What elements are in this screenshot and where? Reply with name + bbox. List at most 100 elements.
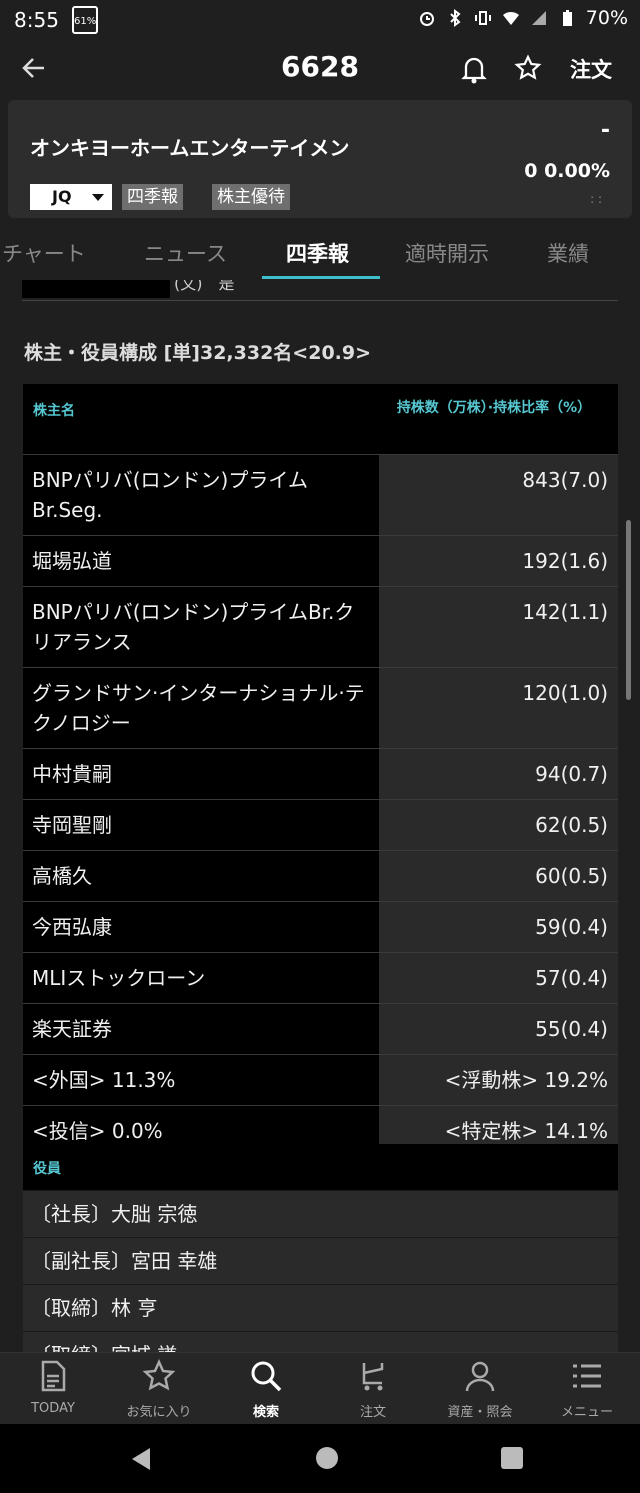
table-row: グランドサン·インターナショナル·テクノロジー 120(1.0) — [23, 667, 618, 748]
nav-menu[interactable]: メニュー — [534, 1359, 640, 1420]
document-icon — [41, 1360, 66, 1392]
tag-shikiho[interactable]: 四季報 — [122, 184, 183, 210]
alarm-icon — [419, 12, 434, 26]
shareholder-value: 55(0.4) — [379, 1004, 618, 1054]
tab-shikiho[interactable]: 四季報 — [286, 238, 349, 268]
stock-change: 0 0.00% — [524, 160, 610, 182]
bell-icon[interactable] — [460, 54, 488, 84]
search-icon — [251, 1361, 282, 1392]
menu-icon — [573, 1364, 601, 1388]
shareholder-value: 142(1.1) — [379, 587, 618, 667]
col-value-header: 持株数（万株）·持株比率（%） — [396, 400, 592, 416]
wifi-icon — [502, 11, 519, 25]
shareholder-value: 59(0.4) — [379, 902, 618, 952]
shareholder-name: 中村貴嗣 — [23, 749, 379, 799]
nav-order[interactable]: 注文 — [320, 1359, 426, 1420]
col-name-header: 株主名 — [33, 403, 75, 419]
nav-label: TODAY — [31, 1401, 75, 1416]
shareholder-name: 楽天証券 — [23, 1004, 379, 1054]
floating-ratio: <浮動株> 19.2% — [379, 1055, 618, 1105]
nav-favorites[interactable]: お気に入り — [106, 1358, 212, 1420]
nav-label: 資産・照会 — [447, 1405, 513, 1420]
shareholder-value: 94(0.7) — [379, 749, 618, 799]
table-row: 中村貴嗣 94(0.7) — [23, 748, 618, 799]
cart-icon — [362, 1363, 384, 1391]
tab-performance[interactable]: 業績 — [547, 238, 589, 268]
bottom-navigation: TODAY お気に入り 検索 注文 資産・照会 メニュー — [0, 1352, 640, 1425]
order-button[interactable]: 注文 — [570, 54, 612, 84]
shareholder-value: 62(0.5) — [379, 800, 618, 850]
shareholders-title: 株主・役員構成 [単]32,332名<20.9> — [24, 342, 372, 364]
table-row: 高橋久 60(0.5) — [23, 850, 618, 901]
chevron-down-icon — [92, 194, 104, 201]
content-area: (文) 是 株主・役員構成 [単]32,332名<20.9> 株主名 持株数（万… — [0, 280, 640, 1352]
shareholder-name: BNPパリバ(ロンドン)プライムBr.クリアランス — [23, 587, 379, 667]
tag-yutai[interactable]: 株主優待 — [212, 184, 290, 210]
officers-table: 役員 〔社長〕大朏 宗徳 〔副社長〕宮田 幸雄 〔取締〕林 亨 〔取締〕宮城 謙 — [23, 1144, 618, 1352]
tab-bar: チャート ニュース 四季報 適時開示 業績 — [0, 228, 640, 280]
nav-today[interactable]: TODAY — [0, 1359, 106, 1416]
tab-disclosure[interactable]: 適時開示 — [405, 238, 489, 268]
shareholder-name: グランドサン·インターナショナル·テクノロジー — [23, 668, 379, 748]
shareholder-name: 今西弘康 — [23, 902, 379, 952]
table-row: 寺岡聖剛 62(0.5) — [23, 799, 618, 850]
nav-search[interactable]: 検索 — [213, 1359, 319, 1420]
shareholder-name: 寺岡聖剛 — [23, 800, 379, 850]
market-value: JQ — [52, 187, 72, 206]
system-home-icon[interactable] — [315, 1446, 339, 1470]
officers-header: 役員 — [23, 1144, 618, 1190]
time-separator: : : — [590, 192, 602, 206]
system-back-icon[interactable] — [128, 1446, 154, 1472]
page-title: 6628 — [281, 50, 359, 83]
market-select[interactable]: JQ — [30, 184, 112, 210]
scrollbar[interactable] — [626, 520, 631, 700]
shareholder-name: 高橋久 — [23, 851, 379, 901]
foreign-ratio: <外国> 11.3% — [23, 1055, 379, 1105]
officer-row: 〔副社長〕宮田 幸雄 — [23, 1237, 618, 1284]
table-row: <外国> 11.3% <浮動株> 19.2% — [23, 1054, 618, 1105]
shareholder-name: BNPパリバ(ロンドン)プライムBr.Seg. — [23, 455, 379, 535]
table-row: 楽天証券 55(0.4) — [23, 1003, 618, 1054]
previous-table-row: (文) 是 — [22, 280, 618, 301]
officer-row: 〔社長〕大朏 宗徳 — [23, 1190, 618, 1237]
table-row: 堀場弘道 192(1.6) — [23, 535, 618, 586]
stock-name: オンキヨーホームエンターテイメン — [30, 136, 350, 160]
shareholder-value: 120(1.0) — [379, 668, 618, 748]
table-row: BNPパリバ(ロンドン)プライムBr.Seg. 843(7.0) — [23, 454, 618, 535]
person-icon — [465, 1361, 495, 1392]
status-time: 8:55 — [14, 8, 59, 32]
shareholder-name: 堀場弘道 — [23, 536, 379, 586]
bluetooth-icon — [450, 9, 461, 27]
system-navigation — [0, 1424, 640, 1493]
top-bar: 6628 注文 — [0, 40, 640, 98]
tab-chart[interactable]: チャート — [2, 238, 86, 268]
nav-label: 注文 — [359, 1405, 386, 1420]
shareholders-table: 株主名 持株数（万株）·持株比率（%） BNPパリバ(ロンドン)プライムBr.S… — [23, 384, 618, 1156]
tab-news[interactable]: ニュース — [144, 238, 227, 268]
status-bar: 8:55 61% 70% — [0, 0, 640, 40]
favorite-star-icon[interactable] — [514, 54, 542, 82]
system-recents-icon[interactable] — [500, 1446, 524, 1470]
star-icon — [142, 1358, 176, 1391]
nav-assets[interactable]: 資産・照会 — [427, 1359, 533, 1420]
nav-label: メニュー — [560, 1405, 613, 1420]
battery-percent: 70% — [585, 7, 628, 29]
previous-row-text: (文) 是 — [174, 280, 235, 293]
shareholder-name: MLIストックローン — [23, 953, 379, 1003]
battery-icon — [562, 10, 572, 26]
officer-row: 〔取締〕宮城 謙 — [23, 1331, 618, 1352]
officer-row: 〔取締〕林 亨 — [23, 1284, 618, 1331]
notification-icon: 61% — [72, 6, 98, 34]
table-header: 株主名 持株数（万株）·持株比率（%） — [23, 384, 618, 454]
signal-icon — [531, 11, 546, 25]
shareholder-value: 843(7.0) — [379, 455, 618, 535]
stock-summary-card: オンキヨーホームエンターテイメン - 0 0.00% : : JQ 四季報 株主… — [8, 100, 632, 218]
stock-price: - — [600, 118, 610, 143]
shareholder-value: 192(1.6) — [379, 536, 618, 586]
nav-label: お気に入り — [126, 1405, 192, 1420]
table-row: MLIストックローン 57(0.4) — [23, 952, 618, 1003]
previous-row-label — [22, 280, 170, 298]
status-icons: 70% — [418, 7, 628, 29]
nav-label: 検索 — [252, 1405, 279, 1420]
table-row: 今西弘康 59(0.4) — [23, 901, 618, 952]
